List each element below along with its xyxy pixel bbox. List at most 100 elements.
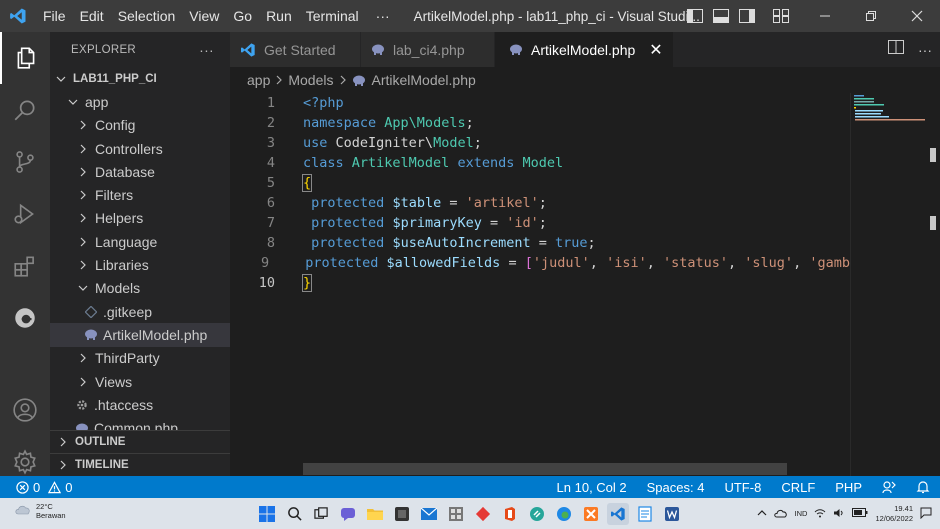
customize-layout-icon[interactable] [768,0,794,32]
run-debug-icon[interactable] [0,188,50,240]
restore-icon[interactable] [848,0,894,32]
chat-icon[interactable] [337,503,359,525]
tree-folder-helpers[interactable]: Helpers [50,207,230,230]
tab-lab-ci4[interactable]: lab_ci4.php [361,32,495,67]
red-diamond-app-icon[interactable] [472,503,494,525]
language-mode[interactable]: PHP [825,480,872,495]
windows-start-icon[interactable] [256,503,278,525]
wifi-icon[interactable] [814,508,826,520]
problems-indicator[interactable]: 0 0 [0,480,72,495]
toggle-secondary-sidebar-icon[interactable] [734,0,760,32]
menu-file[interactable]: File [36,0,73,32]
mail-icon[interactable] [418,503,440,525]
notifications-bell-icon[interactable] [906,480,940,494]
tree-folder-config[interactable]: Config [50,114,230,137]
tab-artikelmodel[interactable]: ArtikelModel.php ✕ [495,32,674,67]
timeline-section[interactable]: TIMELINE [50,453,230,476]
cloud-icon [14,502,32,520]
chevron-up-icon[interactable] [757,509,767,519]
xampp-icon[interactable] [580,503,602,525]
menu-more-button[interactable]: ··· [366,0,400,32]
tab-get-started[interactable]: Get Started [230,32,361,67]
title-bar: File Edit Selection View Go Run Terminal… [0,0,940,32]
minimize-icon[interactable] [802,0,848,32]
cursor-position[interactable]: Ln 10, Col 2 [547,480,637,495]
tree-folder-views[interactable]: Views [50,370,230,393]
feedback-icon[interactable] [872,480,906,494]
chevron-right-icon [76,144,90,154]
weather-desc: Berawan [36,511,66,520]
indentation[interactable]: Spaces: 4 [637,480,715,495]
code-line: 7 protected $primaryKey = 'id'; [230,213,850,233]
search-icon[interactable] [0,84,50,136]
tree-folder-models[interactable]: Models [50,277,230,300]
tree-file-artikelmodel[interactable]: ArtikelModel.php [50,323,230,347]
chevron-right-icon [76,260,90,270]
vscode-taskbar-icon[interactable] [607,502,629,525]
breadcrumb-file[interactable]: ArtikelModel.php [372,72,476,88]
account-icon[interactable] [0,384,50,436]
taskbar-search-icon[interactable] [283,503,305,525]
word-icon[interactable] [661,503,683,525]
weather-temp: 22°C [36,502,53,511]
notification-center-icon[interactable] [920,507,932,521]
edge-icon[interactable] [0,292,50,344]
clock[interactable]: 19.41 12/06/2022 [875,504,913,524]
breadcrumb-models[interactable]: Models [288,72,333,88]
toggle-sidebar-icon[interactable] [682,0,708,32]
split-editor-icon[interactable] [888,40,904,59]
outline-section[interactable]: OUTLINE [50,430,230,453]
toggle-panel-icon[interactable] [708,0,734,32]
tree-folder-controllers[interactable]: Controllers [50,137,230,160]
close-window-icon[interactable] [894,0,940,32]
task-view-icon[interactable] [310,503,332,525]
git-file-icon [83,305,99,318]
explorer-more-button[interactable]: ··· [199,42,214,58]
breadcrumb-app[interactable]: app [247,72,270,88]
extensions-icon[interactable] [0,240,50,292]
menu-terminal[interactable]: Terminal [299,0,366,32]
link-app-icon[interactable] [526,503,548,525]
code-editor[interactable]: 1 <?php 2 namespace App\Models; 3 use Co… [230,93,850,463]
menu-run[interactable]: Run [259,0,299,32]
minimap[interactable] [850,93,926,476]
volume-icon[interactable] [833,508,845,520]
tree-file-htaccess[interactable]: .htaccess [50,393,230,416]
cloud-sync-icon[interactable] [773,508,788,520]
vertical-scrollbar[interactable] [926,93,940,476]
office-icon[interactable] [499,503,521,525]
taskbar-app-dark-icon[interactable] [391,503,413,525]
tree-label: app [85,93,109,110]
menu-go[interactable]: Go [226,0,259,32]
system-tray: IND 19.41 12/06/2022 [757,498,932,529]
weather-widget[interactable]: 22°C Berawan [14,502,66,520]
explorer-icon[interactable] [0,32,50,84]
menu-view[interactable]: View [182,0,226,32]
line-content: } [301,274,313,292]
file-explorer-icon[interactable] [364,503,386,525]
encoding[interactable]: UTF-8 [714,480,771,495]
input-language[interactable]: IND [795,509,808,518]
chevron-right-icon [76,237,90,247]
menu-selection[interactable]: Selection [111,0,183,32]
tree-folder-thirdparty[interactable]: ThirdParty [50,347,230,370]
horizontal-scrollbar[interactable] [303,463,787,475]
tree-folder-database[interactable]: Database [50,160,230,183]
tree-folder-language[interactable]: Language [50,230,230,253]
workspace-root[interactable]: LAB11_PHP_CI [50,67,230,90]
tree-file-gitkeep[interactable]: .gitkeep [50,300,230,323]
tree-folder-filters[interactable]: Filters [50,183,230,206]
battery-icon[interactable] [852,508,868,519]
chevron-right-icon [76,213,90,223]
tree-folder-app[interactable]: app [50,90,230,113]
source-control-icon[interactable] [0,136,50,188]
notepad-icon[interactable] [634,503,656,525]
edge-browser-icon[interactable] [553,503,575,525]
line-content: protected $primaryKey = 'id'; [311,215,547,231]
calculator-grid-icon[interactable] [445,503,467,525]
editor-more-icon[interactable]: ··· [918,42,932,58]
end-of-line[interactable]: CRLF [771,480,825,495]
menu-edit[interactable]: Edit [73,0,111,32]
close-tab-icon[interactable]: ✕ [649,40,662,60]
tree-folder-libraries[interactable]: Libraries [50,253,230,276]
